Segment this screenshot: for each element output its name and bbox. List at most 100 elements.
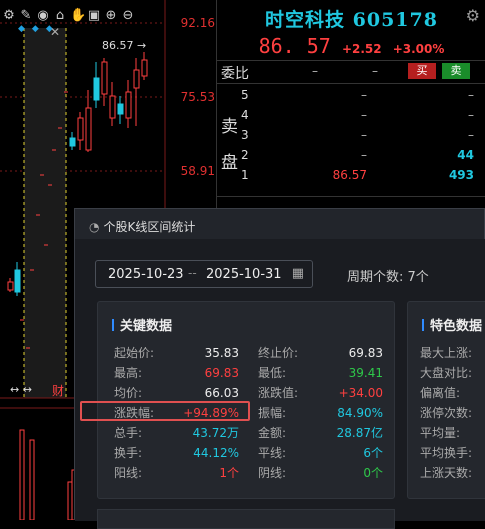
close-range-icon[interactable]: ✕ xyxy=(50,25,60,39)
stat-label: 总手: xyxy=(114,426,143,440)
stat-row: 总手: 43.72万 xyxy=(114,424,239,442)
pen-icon[interactable]: ✎ xyxy=(19,8,33,24)
stat-row: 最低: 39.41 xyxy=(258,364,383,382)
wei-bi-value: – xyxy=(312,64,318,78)
sell-level-4[interactable]: 4 – – xyxy=(237,108,485,128)
stat-label: 换手: xyxy=(114,446,143,460)
level-volume-empty: – xyxy=(468,108,474,122)
level-price: – xyxy=(361,108,367,122)
level-price: – xyxy=(361,88,367,102)
gauge-icon: ◔ xyxy=(89,220,100,234)
buy-button[interactable]: 买 xyxy=(408,63,436,79)
gear-icon[interactable]: ⚙ xyxy=(2,8,16,24)
dialog-title: ◔ 个股K线区间统计 xyxy=(89,220,196,234)
candle-body xyxy=(117,103,124,115)
stat-value: 44.12% xyxy=(193,446,239,460)
stat-row: 振幅: 84.90% xyxy=(258,404,383,422)
calendar-icon[interactable]: ▦ xyxy=(292,266,304,281)
lock-icon[interactable]: ⌂ xyxy=(53,8,67,24)
wei-bi-row: 委比 – – 买 卖 xyxy=(217,60,485,84)
stat-label: 涨跌值: xyxy=(258,386,299,400)
stock-name: 时空科技 605178 xyxy=(265,9,438,31)
event-label: 财 xyxy=(52,384,65,398)
level-volume: 44 xyxy=(457,148,474,162)
price-label-mid: 75.53 xyxy=(180,90,215,104)
sell-side-char-2: 盘 xyxy=(221,153,238,173)
sell-button[interactable]: 卖 xyxy=(442,63,470,79)
volume-bars xyxy=(19,429,83,520)
plus-icon[interactable]: ⊕ xyxy=(104,8,118,24)
candle-body xyxy=(133,69,140,89)
level-volume-empty: – xyxy=(468,88,474,102)
stat-row: 终止价: 69.83 xyxy=(258,344,383,362)
stat-row: 阳线: 1个 xyxy=(114,464,239,482)
level-volume: 493 xyxy=(448,168,474,182)
stat-label: 偏离值: xyxy=(420,386,461,400)
price-row: 86. 57 +2.52 +3.00% xyxy=(217,34,485,58)
stat-label: 平均换手: xyxy=(420,446,473,460)
wei-cha-value: – xyxy=(372,64,378,78)
stat-row: 起始价: 35.83 xyxy=(114,344,239,362)
level-price: – xyxy=(361,148,367,162)
sell-level-1[interactable]: 1 86.57 493 xyxy=(237,168,485,188)
stat-label: 平线: xyxy=(258,446,287,460)
price-change-pct: +3.00% xyxy=(392,42,445,56)
candle-body xyxy=(101,61,108,95)
stat-label: 起始价: xyxy=(114,346,155,360)
stat-label: 涨停次数: xyxy=(420,406,473,420)
selected-range xyxy=(24,28,66,398)
feature-stat-row: 偏离值: xyxy=(420,384,485,402)
gear-icon[interactable]: ⚙ xyxy=(466,6,480,25)
square-lock-icon[interactable]: ▣ xyxy=(87,8,101,24)
level-price: 86.57 xyxy=(332,168,367,182)
sell-orderbook: 卖 盘 5 – – 4 – – 3 – – 2 – 44 1 86.57 493 xyxy=(217,86,485,197)
price-label-low: 58.91 xyxy=(180,164,215,178)
sell-level-5[interactable]: 5 – – xyxy=(237,88,485,108)
stat-value: 69.83 xyxy=(348,346,383,360)
start-date[interactable]: 2025-10-23 xyxy=(108,267,184,282)
last-price-marker: 86.57 → xyxy=(102,39,147,52)
key-data-title: 关键数据 xyxy=(112,315,172,334)
period-count: 周期个数: 7个 xyxy=(347,270,429,285)
end-date[interactable]: 2025-10-31 xyxy=(206,267,282,282)
candle-body xyxy=(7,281,14,291)
stat-row: 平线: 6个 xyxy=(258,444,383,462)
candle-body xyxy=(125,91,132,119)
stat-label: 均价: xyxy=(114,386,143,400)
hand-icon[interactable]: ✋ xyxy=(70,8,86,24)
range-stats-dialog: ◔ 个股K线区间统计 2025-10-23 -- 2025-10-31 ▦ 周期个… xyxy=(74,208,485,529)
stat-label: 上涨天数: xyxy=(420,466,473,480)
key-data-card: 关键数据 起始价: 35.83 最高: 69.83 均价: 66.03 涨跌幅: +94.89… xyxy=(97,301,395,499)
date-separator: -- xyxy=(188,266,197,280)
stat-label: 最大上涨: xyxy=(420,346,473,360)
level-volume-empty: – xyxy=(468,128,474,142)
sell-level-3[interactable]: 3 – – xyxy=(237,128,485,148)
stat-value: 69.83 xyxy=(204,366,239,380)
stat-label: 振幅: xyxy=(258,406,287,420)
stat-value: 0个 xyxy=(363,466,383,480)
eye-icon[interactable]: ◉ xyxy=(36,8,50,24)
minus-icon[interactable]: ⊖ xyxy=(121,8,135,24)
stat-row: 均价: 66.03 xyxy=(114,384,239,402)
stat-label: 阳线: xyxy=(114,466,143,480)
stat-value: 6个 xyxy=(363,446,383,460)
stat-value: 35.83 xyxy=(204,346,239,360)
candle-body xyxy=(93,77,100,101)
volume-bar xyxy=(67,481,73,520)
candle-body xyxy=(141,59,148,77)
stat-row: 金额: 28.87亿 xyxy=(258,424,383,442)
feature-stat-row: 平均换手: xyxy=(420,444,485,462)
level-number: 4 xyxy=(241,108,249,122)
sell-level-2[interactable]: 2 – 44 xyxy=(237,148,485,168)
feature-stat-row: 最大上涨: xyxy=(420,344,485,362)
level-number: 1 xyxy=(241,168,249,182)
stat-row: 涨跌值: +34.00 xyxy=(258,384,383,402)
candle-body xyxy=(85,107,92,151)
feature-stat-row: 大盘对比: xyxy=(420,364,485,382)
candle-body xyxy=(109,95,116,119)
date-range-picker[interactable]: 2025-10-23 -- 2025-10-31 ▦ xyxy=(95,260,313,288)
wei-bi-label: 委比 xyxy=(221,66,249,82)
price-label-top: 92.16 xyxy=(180,16,215,30)
stat-value: 66.03 xyxy=(204,386,239,400)
volume-bar xyxy=(19,429,25,520)
